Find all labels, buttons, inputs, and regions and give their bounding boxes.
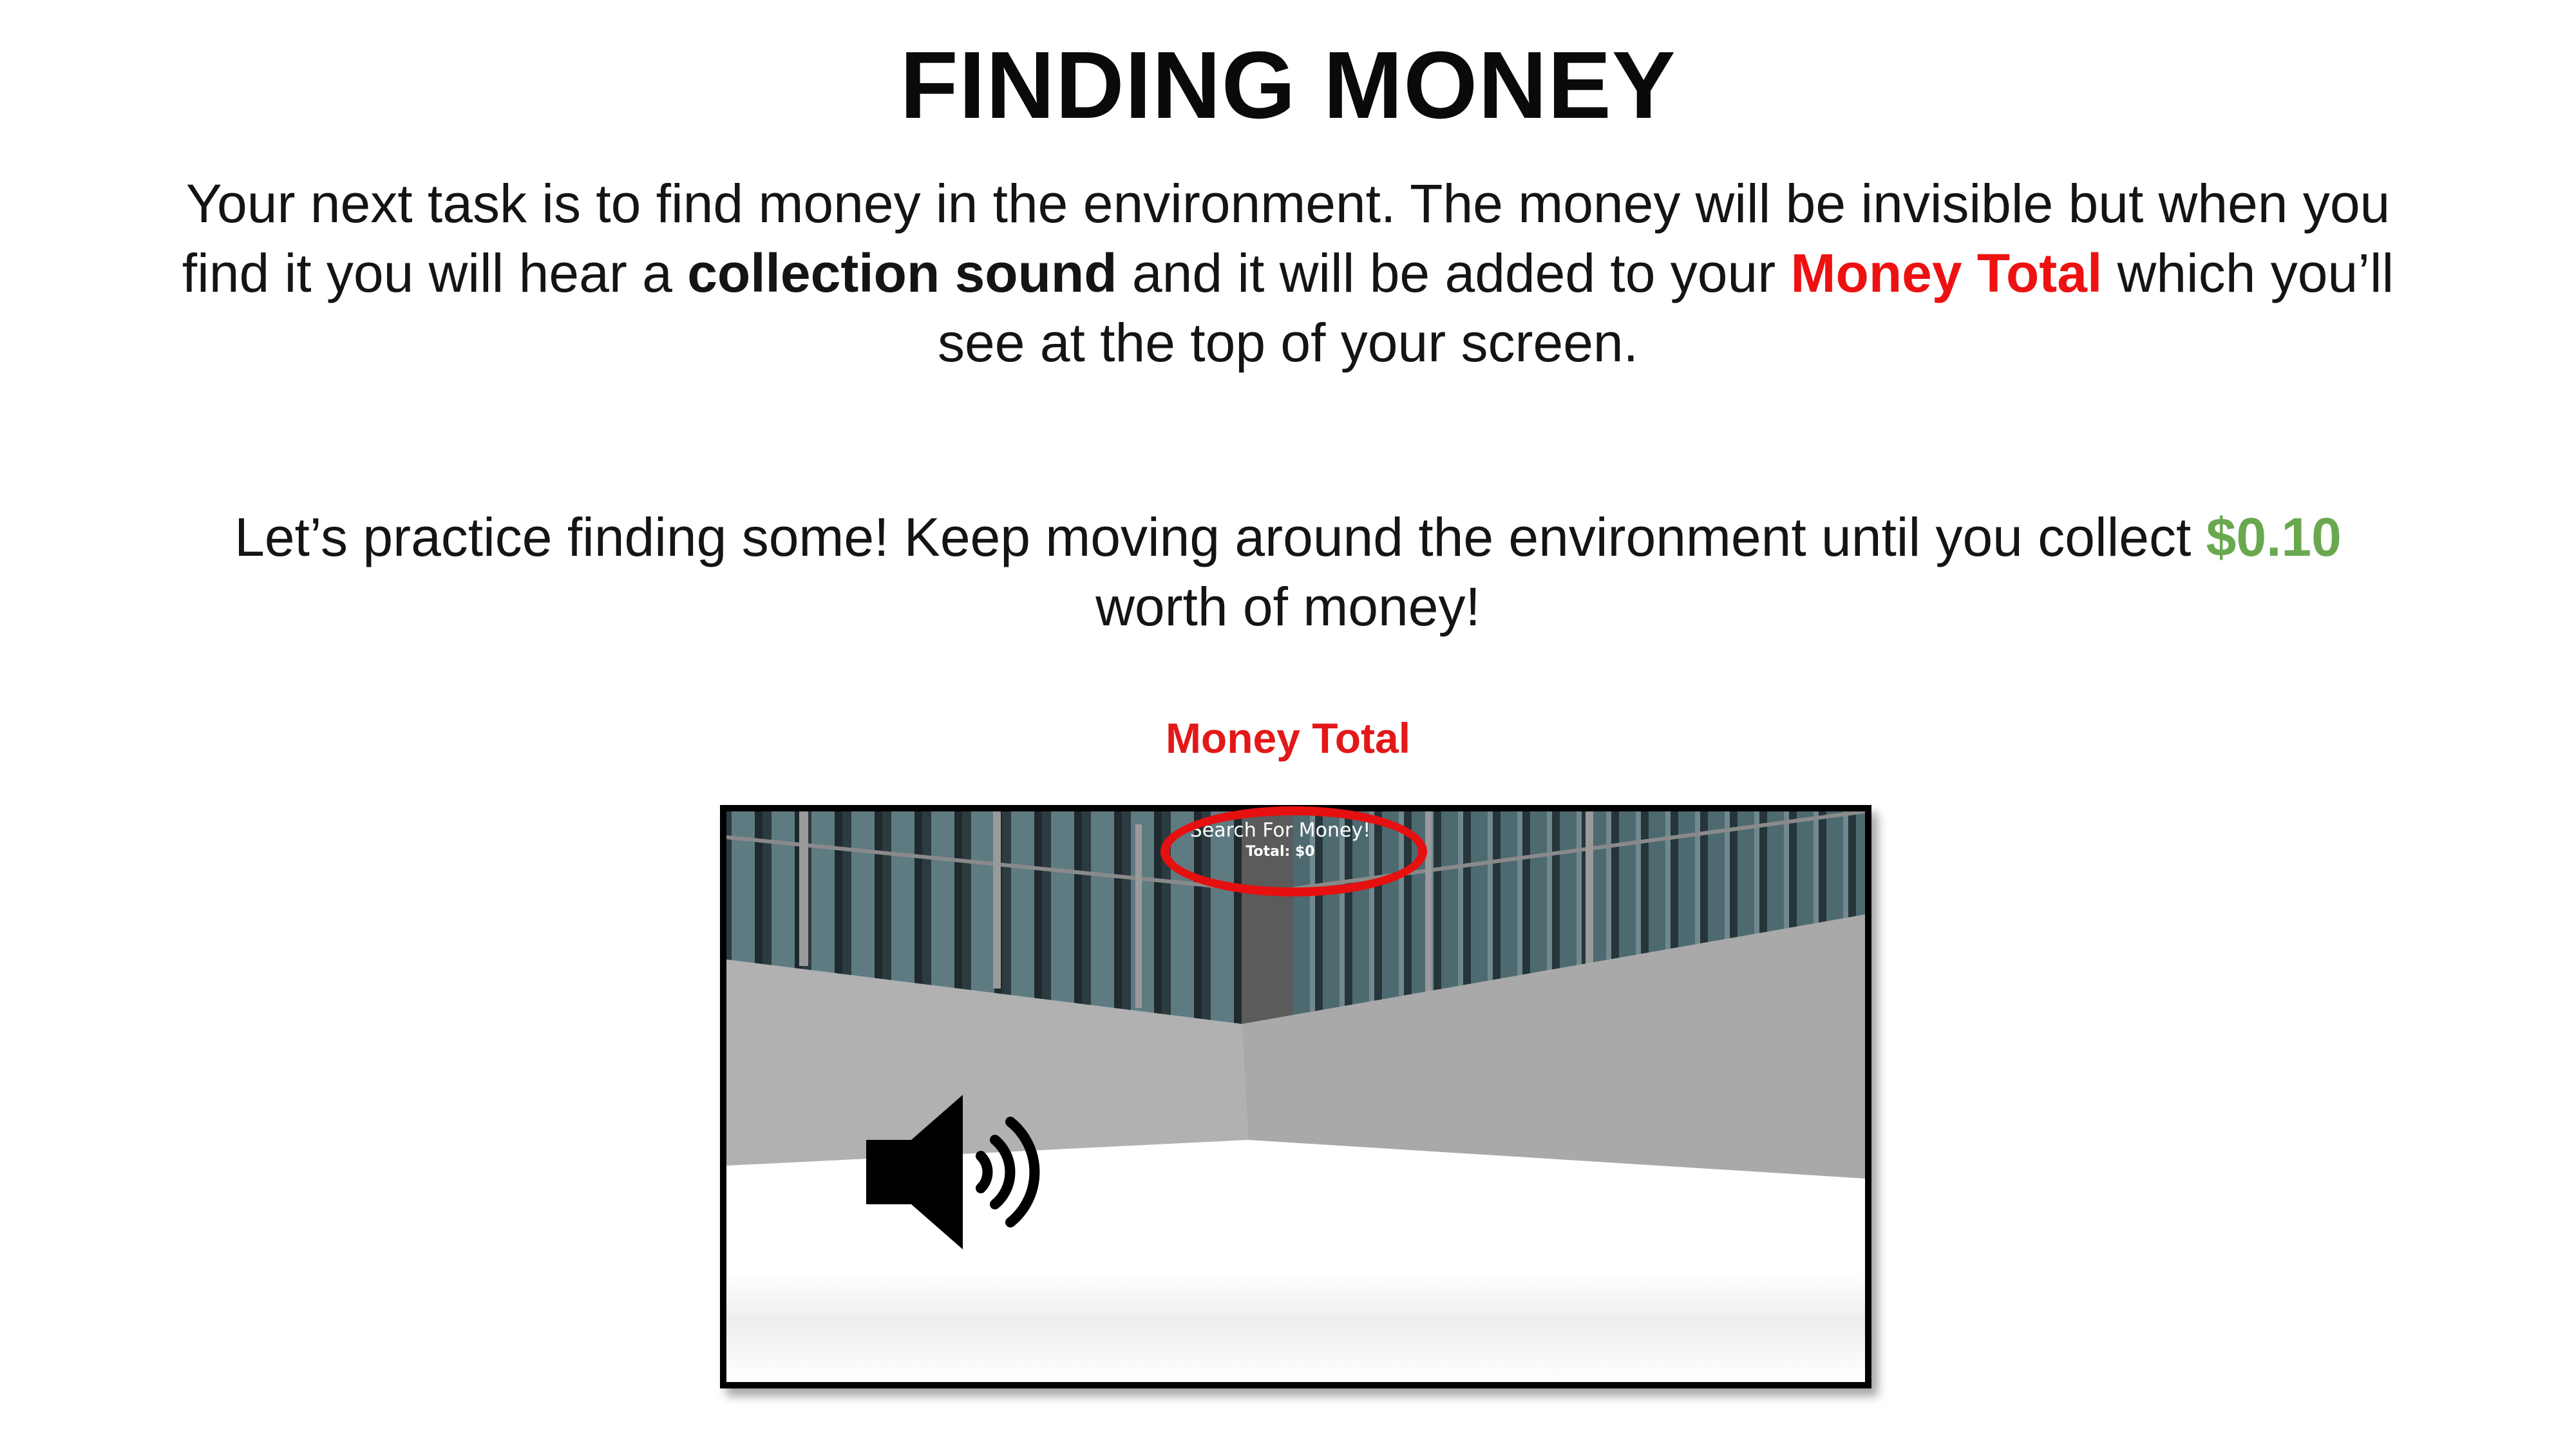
instructions-text-b: and it will be added to your	[1117, 243, 1791, 303]
target-amount: $0.10	[2206, 507, 2342, 567]
speaker-volume-icon	[866, 1095, 1046, 1249]
money-total-highlight-ring	[1160, 806, 1427, 896]
practice-text-a: Let’s practice finding some! Keep moving…	[234, 507, 2206, 567]
collection-sound-text: collection sound	[687, 243, 1117, 303]
practice-paragraph: Let’s practice finding some! Keep moving…	[161, 502, 2415, 641]
money-total-highlight: Money Total	[1790, 243, 2103, 303]
page-title: FINDING MONEY	[900, 32, 1676, 138]
instructions-paragraph: Your next task is to find money in the e…	[161, 169, 2415, 377]
practice-text-b: worth of money!	[1095, 576, 1481, 637]
money-total-label: Money Total	[1165, 714, 1411, 762]
